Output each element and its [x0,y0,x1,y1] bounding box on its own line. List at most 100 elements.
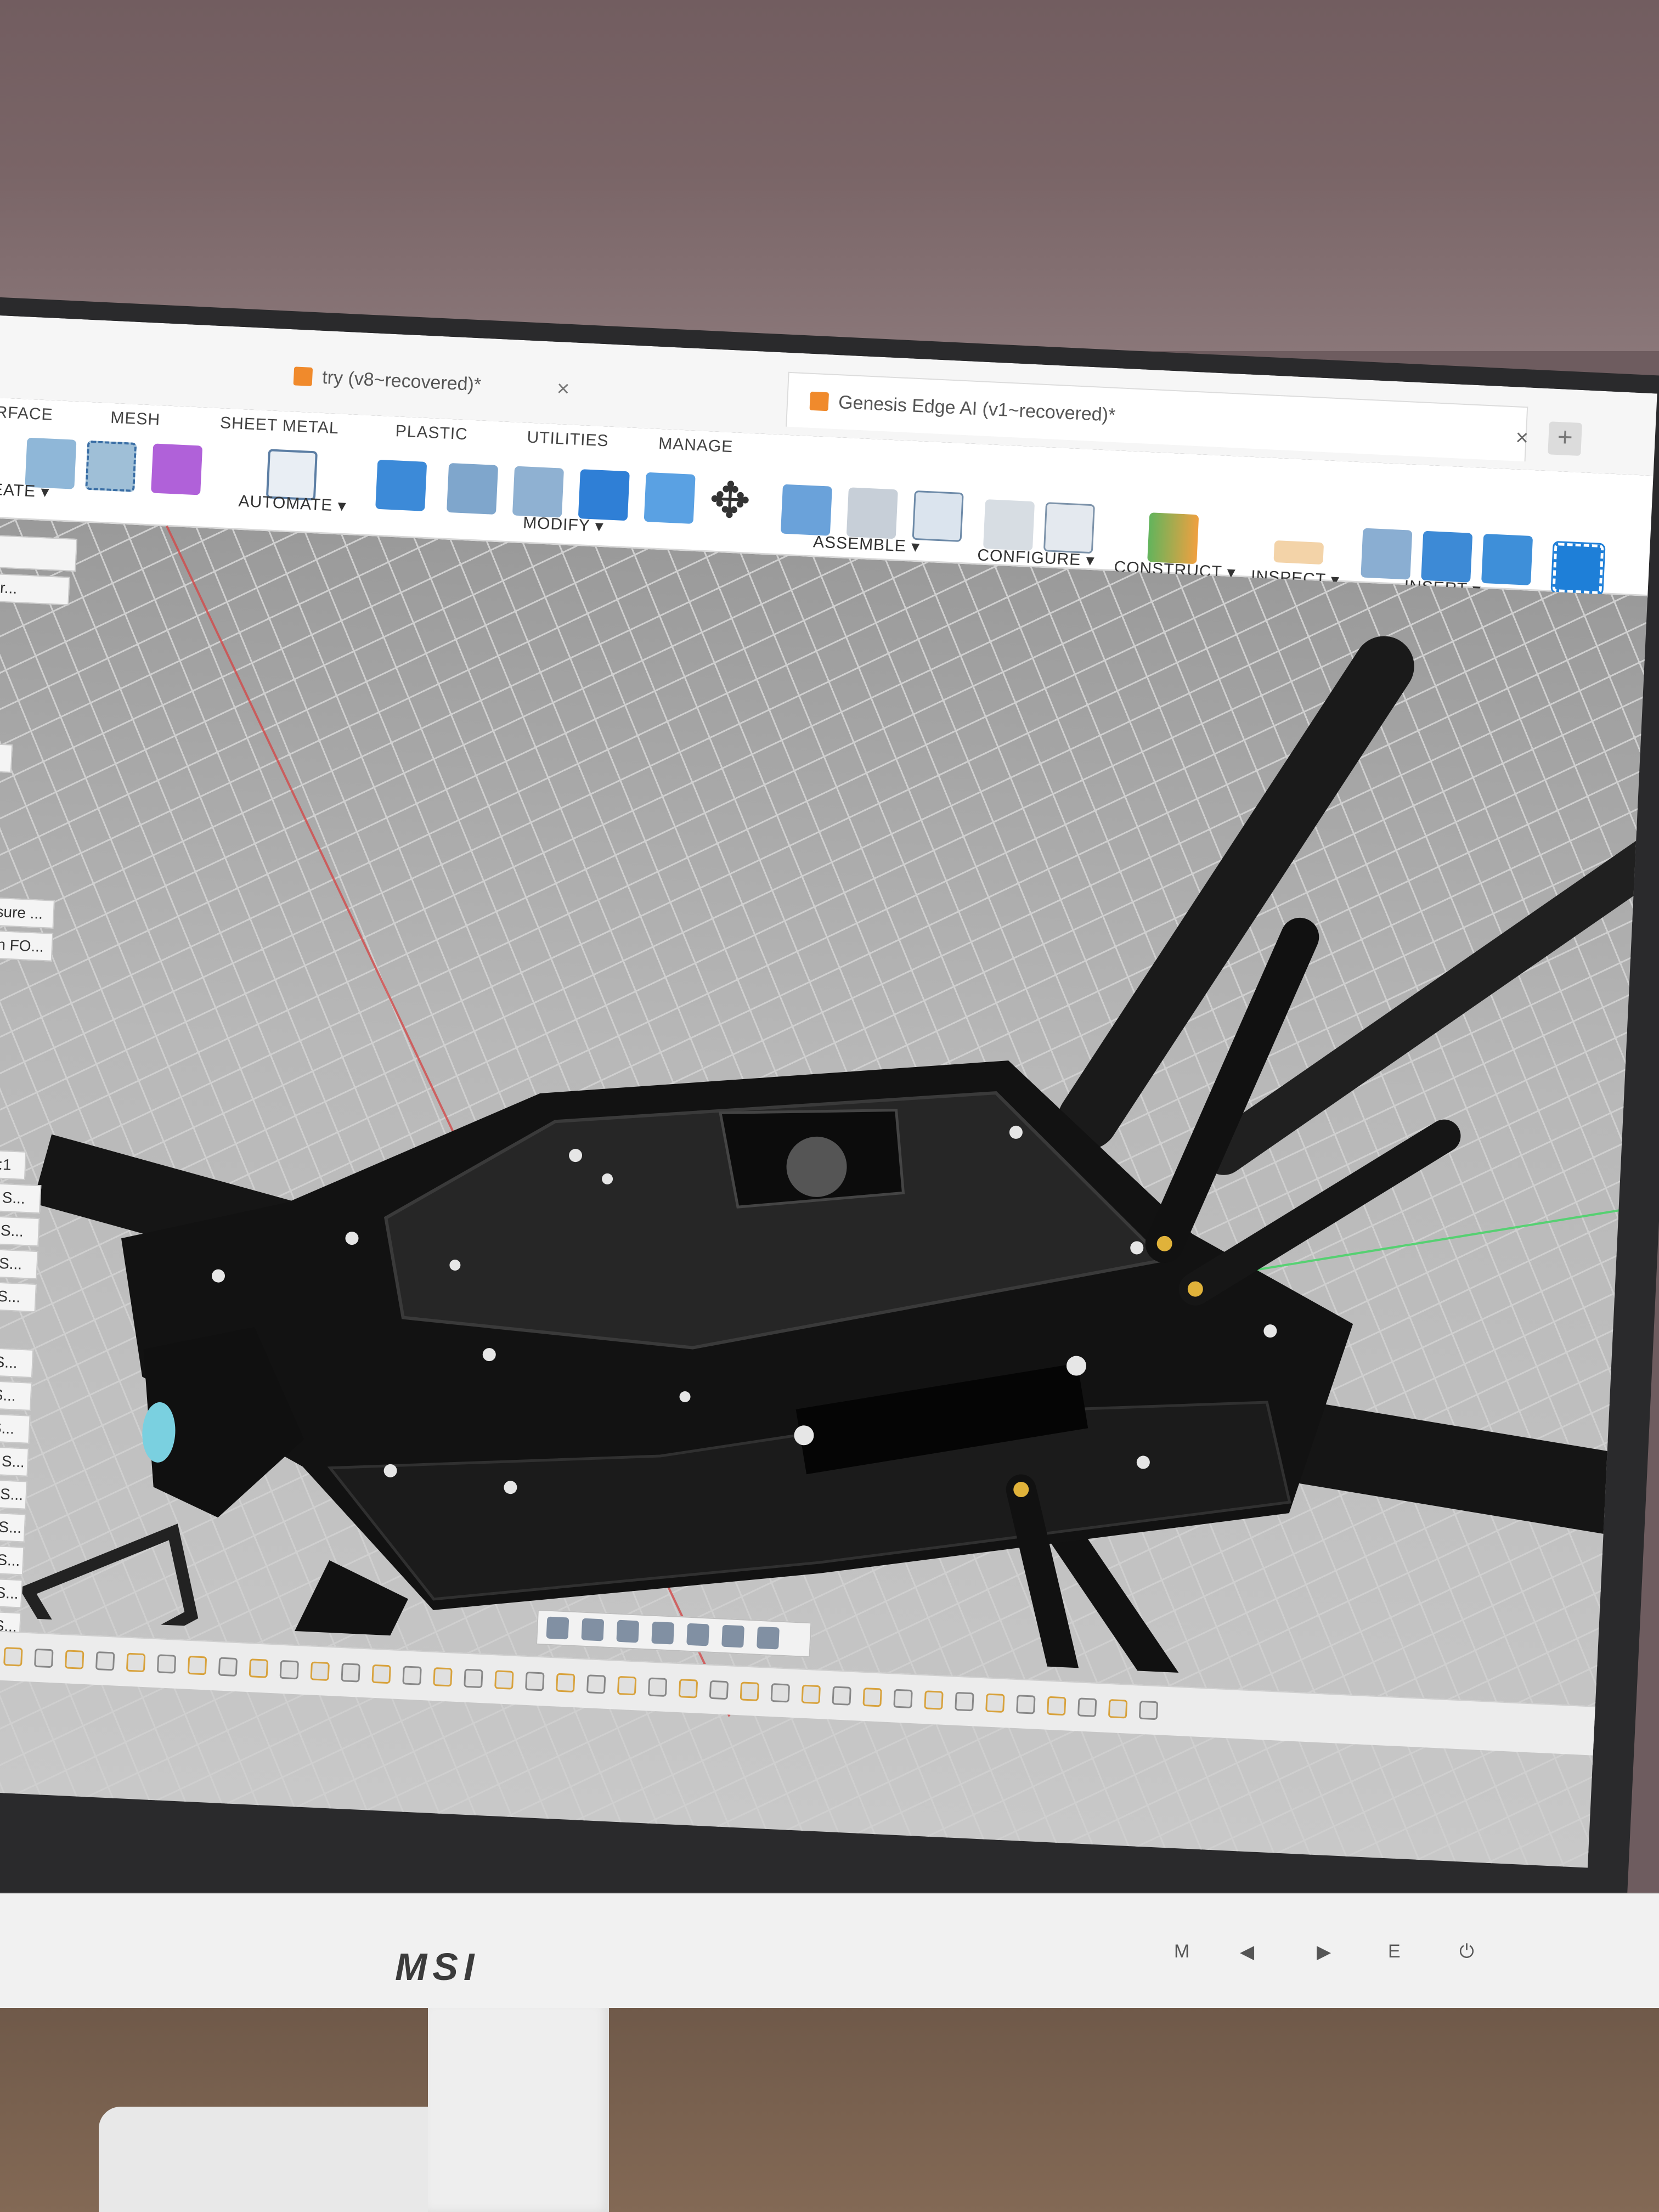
timeline-feature-icon[interactable] [1077,1697,1097,1717]
timeline-feature-icon[interactable] [955,1691,974,1712]
ws-tab-mesh[interactable]: MESH [110,409,161,430]
insert-derive-icon[interactable] [1361,528,1413,580]
timeline-feature-icon[interactable] [187,1655,207,1675]
create-menu[interactable]: EATE ▾ [0,480,50,502]
zoom-window-icon[interactable] [651,1621,675,1645]
timeline-feature-icon[interactable] [555,1673,575,1693]
align-icon[interactable] [644,472,696,524]
ws-tab-utilities[interactable]: UTILITIES [527,428,609,451]
timeline-feature-icon[interactable] [218,1657,238,1677]
timeline-feature-icon[interactable] [832,1686,851,1706]
browser-item[interactable]: Steel S... [0,1378,32,1411]
monitor-right-button[interactable]: ▶ [1317,1941,1331,1963]
ws-tab-sheet-metal[interactable]: SHEET METAL [219,414,339,438]
timeline-feature-icon[interactable] [924,1690,944,1710]
new-tab-icon[interactable]: + [1548,421,1582,456]
assemble-menu[interactable]: ASSEMBLE ▾ [812,532,921,556]
browser-item[interactable]: s Steel S... [0,1576,23,1609]
timeline-feature-icon[interactable] [893,1689,913,1709]
modify-menu[interactable]: MODIFY ▾ [522,513,604,536]
automate-menu[interactable]: AUTOMATE ▾ [238,492,347,516]
monitor-left-button[interactable]: ◀ [1240,1941,1254,1963]
fillet-icon[interactable] [447,462,499,515]
timeline-feature-icon[interactable] [647,1677,668,1697]
timeline-feature-icon[interactable] [34,1648,54,1668]
timeline-feature-icon[interactable] [464,1668,483,1689]
display-settings-icon[interactable] [686,1623,710,1646]
browser-item[interactable]: s Steel S... [0,1477,27,1510]
configure-icon[interactable] [983,499,1035,551]
drone-model[interactable] [0,518,1657,1695]
press-pull-icon[interactable] [375,459,427,511]
tab-try[interactable]: try (v8~recovered)* × [270,348,592,417]
timeline-feature-icon[interactable] [310,1661,330,1681]
decal-icon[interactable] [1481,533,1533,585]
timeline-feature-icon[interactable] [525,1671,545,1691]
insert-mcmaster-icon[interactable] [1421,531,1473,583]
monitor-menu-button[interactable]: M [1174,1941,1189,1962]
ws-tab-manage[interactable]: MANAGE [658,435,733,456]
browser-item[interactable]: er v1:1 [0,1148,27,1180]
new-component-icon[interactable] [780,484,832,536]
timeline-feature-icon[interactable] [709,1680,729,1700]
grid-snap-icon[interactable] [546,1616,569,1640]
monitor-power-button[interactable]: ⏻ [1459,1941,1474,1962]
browser-item[interactable]: closure ... [0,896,55,929]
timeline-feature-icon[interactable] [95,1651,115,1671]
timeline-feature-icon[interactable] [985,1693,1005,1713]
timeline-feature-icon[interactable] [126,1652,146,1673]
close-icon[interactable]: × [1515,425,1529,450]
viewports-icon[interactable] [757,1626,780,1650]
table-icon[interactable] [912,490,964,543]
timeline-feature-icon[interactable] [617,1675,637,1696]
timeline-feature-icon[interactable] [801,1684,821,1705]
shell-icon[interactable] [512,466,565,518]
browser-item[interactable]: s Steel S... [0,1444,29,1477]
timeline-feature-icon[interactable] [402,1666,422,1685]
ws-tab-plastic[interactable]: PLASTIC [395,422,468,444]
browser-item[interactable]: er... [0,573,70,606]
joint-icon[interactable] [846,487,898,539]
browser-item[interactable]: s Steel S... [0,1543,25,1576]
browser-item[interactable]: Steel S... [0,1411,31,1444]
config-table-icon[interactable] [1043,502,1095,554]
monitor-exit-button[interactable]: E [1388,1941,1401,1962]
select-icon[interactable] [1550,540,1606,596]
timeline-feature-icon[interactable] [586,1674,606,1694]
close-icon[interactable]: × [556,376,570,401]
browser-item[interactable]: Steel S... [0,1214,40,1247]
browser-item[interactable]: With FO... [0,929,54,962]
timeline-feature-icon[interactable] [1108,1699,1128,1719]
timeline-feature-icon[interactable] [433,1667,453,1687]
browser-item[interactable]: s Steel S... [0,1510,26,1543]
move-icon[interactable]: ✥ [704,472,756,529]
timeline-feature-icon[interactable] [1138,1700,1159,1720]
browser-item[interactable]: :1 [0,743,13,773]
form-icon[interactable] [151,443,203,495]
timeline-feature-icon[interactable] [341,1663,360,1683]
browser-item[interactable]: Steel S... [0,1247,38,1280]
timeline-feature-icon[interactable] [279,1660,300,1680]
browser-item[interactable]: Steel S... [0,1181,42,1214]
sketch-icon[interactable] [85,440,137,492]
timeline-feature-icon[interactable] [64,1650,84,1669]
ws-tab-surface[interactable]: RFACE [0,403,53,425]
browser-item[interactable]: Steel S... [0,1280,37,1313]
zoom-icon[interactable] [616,1620,640,1643]
grid-settings-icon[interactable] [721,1624,744,1648]
timeline-feature-icon[interactable] [740,1681,760,1701]
timeline-feature-icon[interactable] [371,1664,391,1684]
timeline-feature-icon[interactable] [1046,1696,1066,1716]
measure-icon[interactable] [1273,540,1324,565]
combine-icon[interactable] [578,469,630,521]
timeline-feature-icon[interactable] [156,1654,177,1674]
pan-icon[interactable] [581,1618,605,1641]
browser-header[interactable] [0,534,77,572]
timeline-feature-icon[interactable] [678,1679,698,1699]
timeline-feature-icon[interactable] [3,1647,23,1667]
plane-icon[interactable] [1147,512,1199,565]
browser-item[interactable]: Steel S... [0,1345,34,1378]
timeline-feature-icon[interactable] [770,1683,791,1703]
timeline-feature-icon[interactable] [862,1687,882,1707]
timeline-feature-icon[interactable] [249,1658,269,1678]
